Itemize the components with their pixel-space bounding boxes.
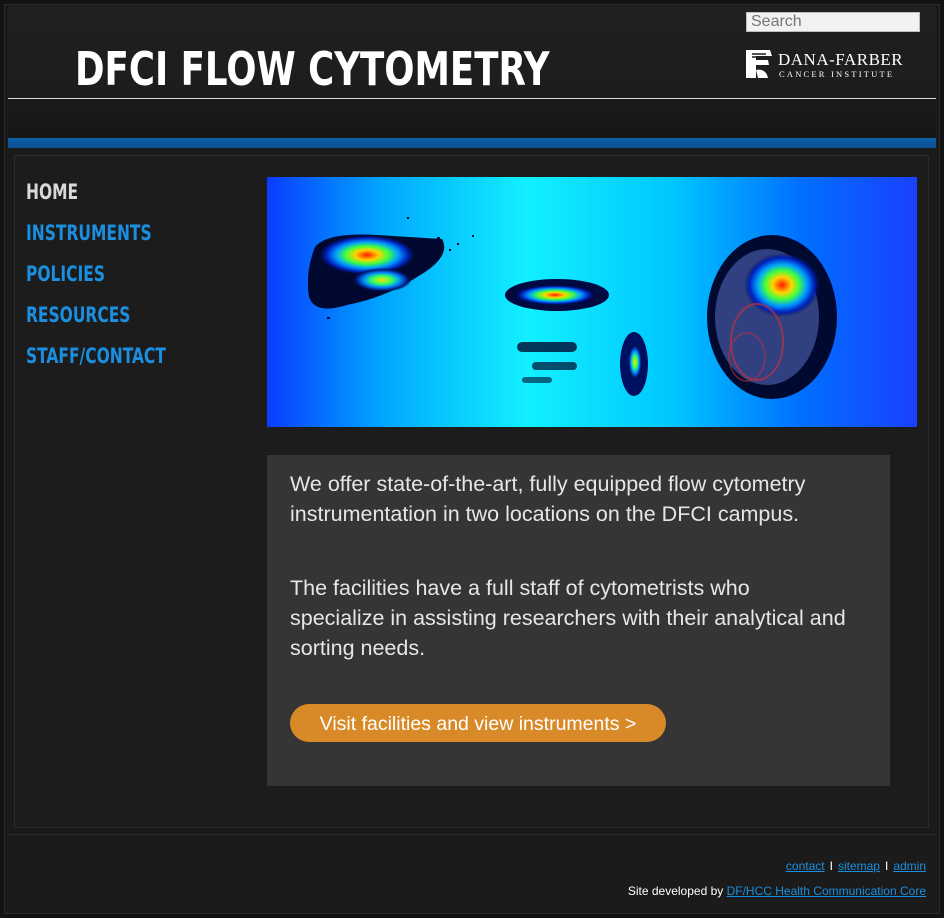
footer-link-admin[interactable]: admin: [893, 859, 926, 873]
site-footer: contact Isitemap Iadmin Site developed by …: [8, 834, 936, 911]
footer-link-contact[interactable]: contact: [786, 859, 825, 873]
flow-cytometry-plots-image: [267, 177, 917, 427]
nav-item-home[interactable]: HOME: [26, 172, 166, 213]
footer-separator: I: [884, 859, 889, 873]
intro-paragraph-1: We offer state-of-the-art, fully equippe…: [290, 472, 806, 526]
header-divider: [8, 98, 936, 99]
logo-name: DANA-FARBER: [778, 50, 904, 69]
hero-image: [267, 177, 917, 427]
dana-farber-logo-icon: [746, 50, 772, 78]
site-header: DFCI FLOW CYTOMETRY DANA-FARBER CANCER I…: [8, 6, 936, 138]
footer-credit: Site developed by DF/HCC Health Communic…: [628, 884, 926, 898]
nav-item-policies[interactable]: POLICIES: [26, 254, 166, 295]
nav-item-staff-contact[interactable]: STAFF/CONTACT: [26, 336, 166, 377]
dana-farber-logo[interactable]: DANA-FARBER CANCER INSTITUTE: [744, 48, 914, 82]
logo-subtitle: CANCER INSTITUTE: [779, 69, 895, 79]
main-nav: HOME INSTRUMENTS POLICIES RESOURCES STAF…: [26, 172, 197, 377]
intro-panel: We offer state-of-the-art, fully equippe…: [267, 455, 890, 786]
visit-facilities-button[interactable]: Visit facilities and view instruments >: [290, 704, 666, 742]
site-title[interactable]: DFCI FLOW CYTOMETRY: [75, 42, 550, 96]
footer-credit-link[interactable]: DF/HCC Health Communication Core: [727, 884, 926, 898]
nav-item-instruments[interactable]: INSTRUMENTS: [26, 213, 166, 254]
search-input[interactable]: [746, 12, 920, 32]
footer-links: contact Isitemap Iadmin: [786, 859, 926, 873]
footer-credit-prefix: Site developed by: [627, 884, 727, 898]
nav-item-resources[interactable]: RESOURCES: [26, 295, 166, 336]
intro-paragraph-2: The facilities have a full staff of cyto…: [290, 576, 846, 660]
header-accent-bar: [8, 138, 936, 148]
footer-link-sitemap[interactable]: sitemap: [838, 859, 880, 873]
footer-separator: I: [829, 859, 833, 873]
